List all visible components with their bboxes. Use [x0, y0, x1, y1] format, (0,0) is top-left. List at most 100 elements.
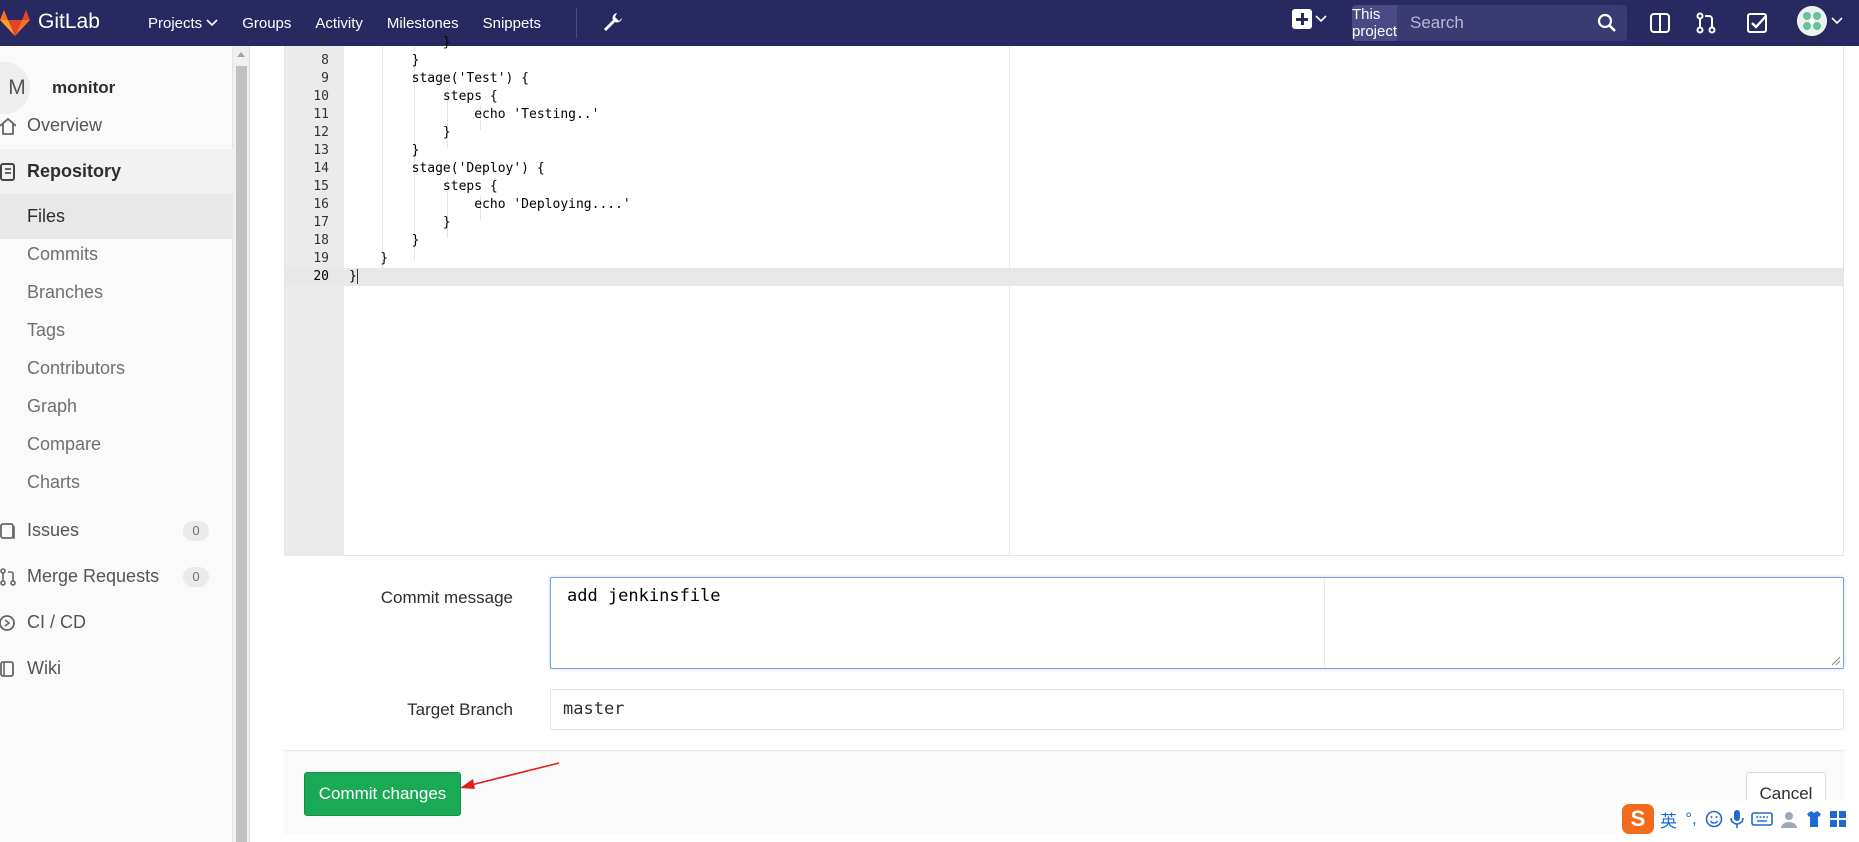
nav-projects-label: Projects [148, 14, 203, 32]
keyboard-icon[interactable] [1751, 811, 1773, 827]
issues-icon [0, 522, 15, 539]
sogou-logo-icon[interactable]: S [1622, 804, 1654, 834]
code-line: 16 echo 'Deploying....' [285, 196, 1843, 214]
annotation-arrow-icon [460, 762, 560, 789]
line-number: 19 [313, 251, 329, 266]
line-number: 14 [313, 161, 329, 176]
sidebar-scrollbar[interactable] [233, 46, 250, 842]
code-line: 12 } [285, 124, 1843, 142]
project-name: monitor [52, 78, 116, 97]
line-number: 20 [313, 269, 329, 284]
code-line: 17 } [285, 214, 1843, 232]
ime-language-toggle[interactable]: 英 [1660, 807, 1677, 832]
sidebar-item-issues[interactable]: Issues 0 [0, 508, 233, 553]
line-code: } [349, 233, 420, 248]
sidebar-item-label: CI / CD [27, 612, 87, 632]
avatar [1797, 6, 1827, 36]
nav-snippets[interactable]: Snippets [483, 15, 541, 32]
line-code: steps { [349, 89, 498, 104]
line-number: 15 [313, 179, 329, 194]
line-number: 18 [313, 233, 329, 248]
user-menu[interactable] [1797, 6, 1843, 36]
line-number: 11 [313, 107, 329, 122]
todo-check-icon[interactable] [1744, 10, 1770, 36]
line-code: } [349, 251, 389, 266]
commit-changes-button[interactable]: Commit changes [304, 772, 461, 816]
text-cursor [356, 269, 358, 284]
merge-request-icon[interactable] [1693, 10, 1719, 36]
ime-punctuation-toggle[interactable]: °, [1683, 809, 1699, 829]
line-number: 8 [321, 53, 329, 68]
line-number: 12 [313, 125, 329, 140]
new-dropdown[interactable] [1292, 9, 1327, 29]
code-line: 13 } [285, 142, 1843, 160]
sidebar-item-label: Repository [27, 161, 122, 181]
line-code: } [349, 215, 451, 230]
sidebar-item-repository[interactable]: Repository [0, 149, 233, 194]
line-code: } [349, 143, 420, 158]
rocket-icon [0, 614, 15, 631]
sidebar-item-overview[interactable]: Overview [0, 103, 233, 148]
brand-name[interactable]: GitLab [38, 10, 100, 34]
target-branch-value: master [563, 699, 625, 719]
sidebar-subitem-charts[interactable]: Charts [0, 460, 233, 505]
issues-count-badge: 0 [183, 520, 209, 541]
tools-icon[interactable] [1829, 810, 1847, 828]
line-code: } [349, 125, 451, 140]
line-number: 9 [321, 71, 329, 86]
nav-milestones[interactable]: Milestones [387, 15, 459, 32]
print-margin [1324, 578, 1325, 668]
emoji-icon[interactable] [1705, 810, 1723, 828]
home-icon [0, 117, 16, 135]
code-line: 15 steps { [285, 178, 1843, 196]
code-line: 7 } [285, 34, 1843, 52]
code-line-current: 20} [285, 268, 1843, 286]
scroll-up-arrow-icon[interactable] [237, 52, 245, 57]
line-code: } [349, 35, 451, 50]
chevron-down-icon [206, 19, 218, 27]
commit-message-input[interactable]: add jenkinsfile [550, 577, 1844, 669]
merge-request-icon [0, 567, 16, 586]
skin-icon[interactable] [1805, 810, 1823, 828]
sidebar-toggle-icon[interactable] [1647, 10, 1673, 36]
code-line: 18 } [285, 232, 1843, 250]
chevron-down-icon [1315, 15, 1327, 23]
target-branch-input[interactable]: master [550, 689, 1844, 730]
sidebar-item-label: Merge Requests [27, 566, 160, 586]
book-icon [0, 660, 14, 677]
ime-toolbar: S 英 °, [1618, 800, 1859, 838]
commit-message-text: add jenkinsfile [567, 586, 721, 606]
gitlab-logo-icon[interactable] [0, 8, 30, 38]
wrench-icon[interactable] [600, 10, 624, 36]
code-line: 14 stage('Deploy') { [285, 160, 1843, 178]
plus-icon [1292, 9, 1312, 29]
sidebar-item-label: Wiki [27, 658, 61, 678]
line-number: 7 [321, 35, 329, 50]
sidebar-item-label: Issues [27, 520, 80, 540]
sidebar-item-ci-cd[interactable]: CI / CD [0, 600, 233, 645]
scrollbar-thumb[interactable] [236, 66, 247, 842]
sidebar-item-wiki[interactable]: Wiki [0, 646, 233, 691]
microphone-icon[interactable] [1729, 809, 1745, 829]
chevron-down-icon [1831, 17, 1843, 25]
resize-handle-icon[interactable] [1831, 656, 1841, 666]
code-line: 9 stage('Test') { [285, 70, 1843, 88]
commit-message-label: Commit message [380, 588, 513, 607]
line-number: 16 [313, 197, 329, 212]
line-code: } [349, 53, 420, 68]
merge-requests-count-badge: 0 [183, 566, 209, 587]
line-code: stage('Test') { [349, 71, 530, 86]
code-line: 19 } [285, 250, 1843, 268]
sidebar-item-label: Overview [27, 115, 103, 135]
sidebar-item-merge-requests[interactable]: Merge Requests 0 [0, 554, 233, 599]
nav-activity[interactable]: Activity [315, 15, 363, 32]
code-lines: 7 } 8 } 9 stage('Test') { 10 steps { 11 … [285, 34, 1843, 286]
code-line: 8 } [285, 52, 1843, 70]
code-line: 11 echo 'Testing..' [285, 106, 1843, 124]
line-code: steps { [349, 179, 498, 194]
line-number: 13 [313, 143, 329, 158]
code-editor[interactable]: 7 } 8 } 9 stage('Test') { 10 steps { 11 … [284, 35, 1844, 556]
user-icon[interactable] [1779, 810, 1799, 828]
nav-groups[interactable]: Groups [242, 15, 291, 32]
nav-projects[interactable]: Projects [148, 15, 218, 32]
